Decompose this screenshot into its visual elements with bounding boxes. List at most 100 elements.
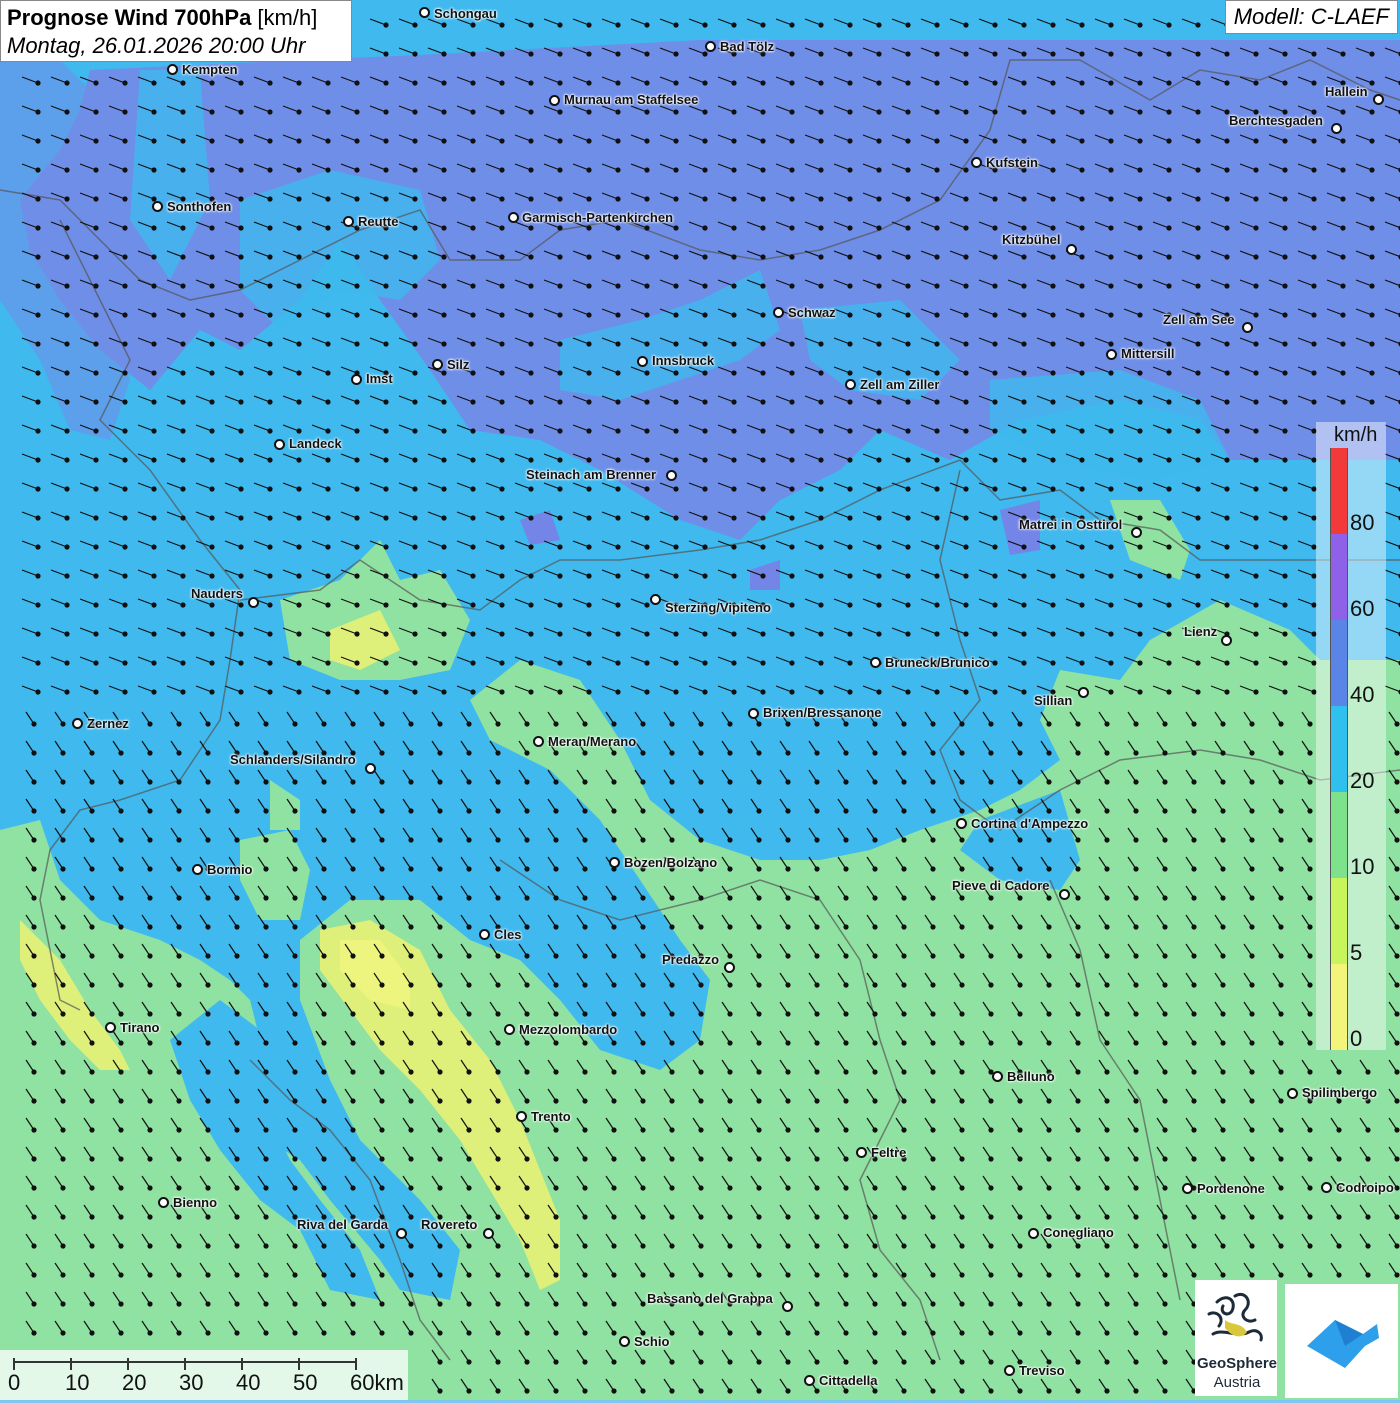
scale-label: 10 [65,1370,90,1395]
wind-arrow-head [1394,779,1400,785]
wind-arrow-head [321,837,327,843]
wind-arrow-head [872,895,878,901]
wind-arrow-head [379,1272,385,1278]
wind-arrow-head [698,1243,704,1249]
wind-arrow-head [325,370,331,376]
wind-arrow-head [553,1156,559,1162]
wind-arrow-head [934,196,940,202]
wind-arrow-head [524,1185,530,1191]
wind-arrow-head [1220,837,1226,843]
wind-arrow-head [872,1040,878,1046]
wind-arrow-head [963,544,969,550]
wind-arrow-head [524,1098,530,1104]
wind-arrow-head [296,573,302,579]
city-marker [508,212,519,223]
wind-arrow-head [93,254,99,260]
wind-arrow-head [466,1011,472,1017]
wind-arrow-head [1311,283,1317,289]
wind-arrow-head [350,808,356,814]
wind-arrow-head [847,544,853,550]
wind-arrow-head [760,544,766,550]
wind-arrow-head [1195,341,1201,347]
wind-arrow-head [234,1301,240,1307]
wind-arrow-head [524,779,530,785]
wind-arrow-head [959,1330,965,1336]
wind-arrow-head [354,196,360,202]
wind-arrow-head [582,866,588,872]
wind-arrow-head [934,225,940,231]
wind-arrow-head [760,283,766,289]
wind-arrow-head [122,602,128,608]
wind-arrow-head [843,924,849,930]
wind-arrow-head [963,225,969,231]
wind-arrow-head [524,750,530,756]
wind-arrow-head [495,1330,501,1336]
wind-arrow-head [901,1127,907,1133]
wind-arrow-head [760,80,766,86]
wind-arrow-head [180,312,186,318]
wind-arrow-head [1282,486,1288,492]
wind-arrow-head [818,283,824,289]
wind-arrow-head [1133,1040,1139,1046]
wind-arrow-head [1249,1127,1255,1133]
wind-arrow-head [930,750,936,756]
wind-arrow-head [64,341,70,347]
wind-arrow-head [528,544,534,550]
wind-arrow-head [238,196,244,202]
wind-arrow-head [963,457,969,463]
wind-arrow-head [756,750,762,756]
wind-arrow-head [354,167,360,173]
wind-arrow-head [1191,866,1197,872]
wind-arrow-head [437,1040,443,1046]
wind-arrow-head [872,1330,878,1336]
wind-arrow-head [1195,544,1201,550]
wind-arrow-head [644,486,650,492]
wind-arrow-head [1021,370,1027,376]
wind-arrow-head [441,254,447,260]
wind-arrow-head [640,1040,646,1046]
wind-arrow-head [644,196,650,202]
wind-arrow-head [441,457,447,463]
wind-arrow-head [60,1214,66,1220]
wind-arrow-head [1311,341,1317,347]
wind-arrow-head [1394,982,1400,988]
wind-arrow-head [1079,341,1085,347]
wind-arrow-head [644,167,650,173]
wind-arrow-head [528,196,534,202]
wind-arrow-head [408,1011,414,1017]
wind-arrow-head [441,370,447,376]
city-label: Bozen/Bolzano [624,855,718,870]
legend-label: 60 [1350,596,1375,621]
wind-arrow-head [1137,109,1143,115]
wind-arrow-head [205,895,211,901]
wind-arrow-head [673,660,679,666]
wind-arrow-head [1162,924,1168,930]
wind-arrow-head [988,1185,994,1191]
wind-arrow-head [122,138,128,144]
wind-arrow-head [1108,167,1114,173]
wind-arrow-head [905,370,911,376]
wind-arrow-head [321,1185,327,1191]
wind-arrow-head [673,138,679,144]
wind-arrow-head [1340,167,1346,173]
wind-arrow-head [702,80,708,86]
wind-arrow-head [1311,167,1317,173]
wind-arrow-head [615,196,621,202]
wind-arrow-head [934,428,940,434]
wind-arrow-head [1311,138,1317,144]
city-label: Berchtesgaden [1229,113,1323,128]
wind-arrow-head [901,1214,907,1220]
wind-arrow-head [1166,225,1172,231]
wind-arrow-head [586,602,592,608]
city-marker [1131,527,1142,538]
wind-arrow-head [267,225,273,231]
wind-arrow-head [118,1330,124,1336]
wind-arrow-head [151,689,157,695]
wind-arrow-head [379,1301,385,1307]
wind-arrow-head [586,109,592,115]
wind-arrow-head [524,866,530,872]
wind-arrow-head [1017,895,1023,901]
wind-arrow-head [1220,1272,1226,1278]
wind-arrow-head [756,1359,762,1365]
wind-arrow-head [698,895,704,901]
